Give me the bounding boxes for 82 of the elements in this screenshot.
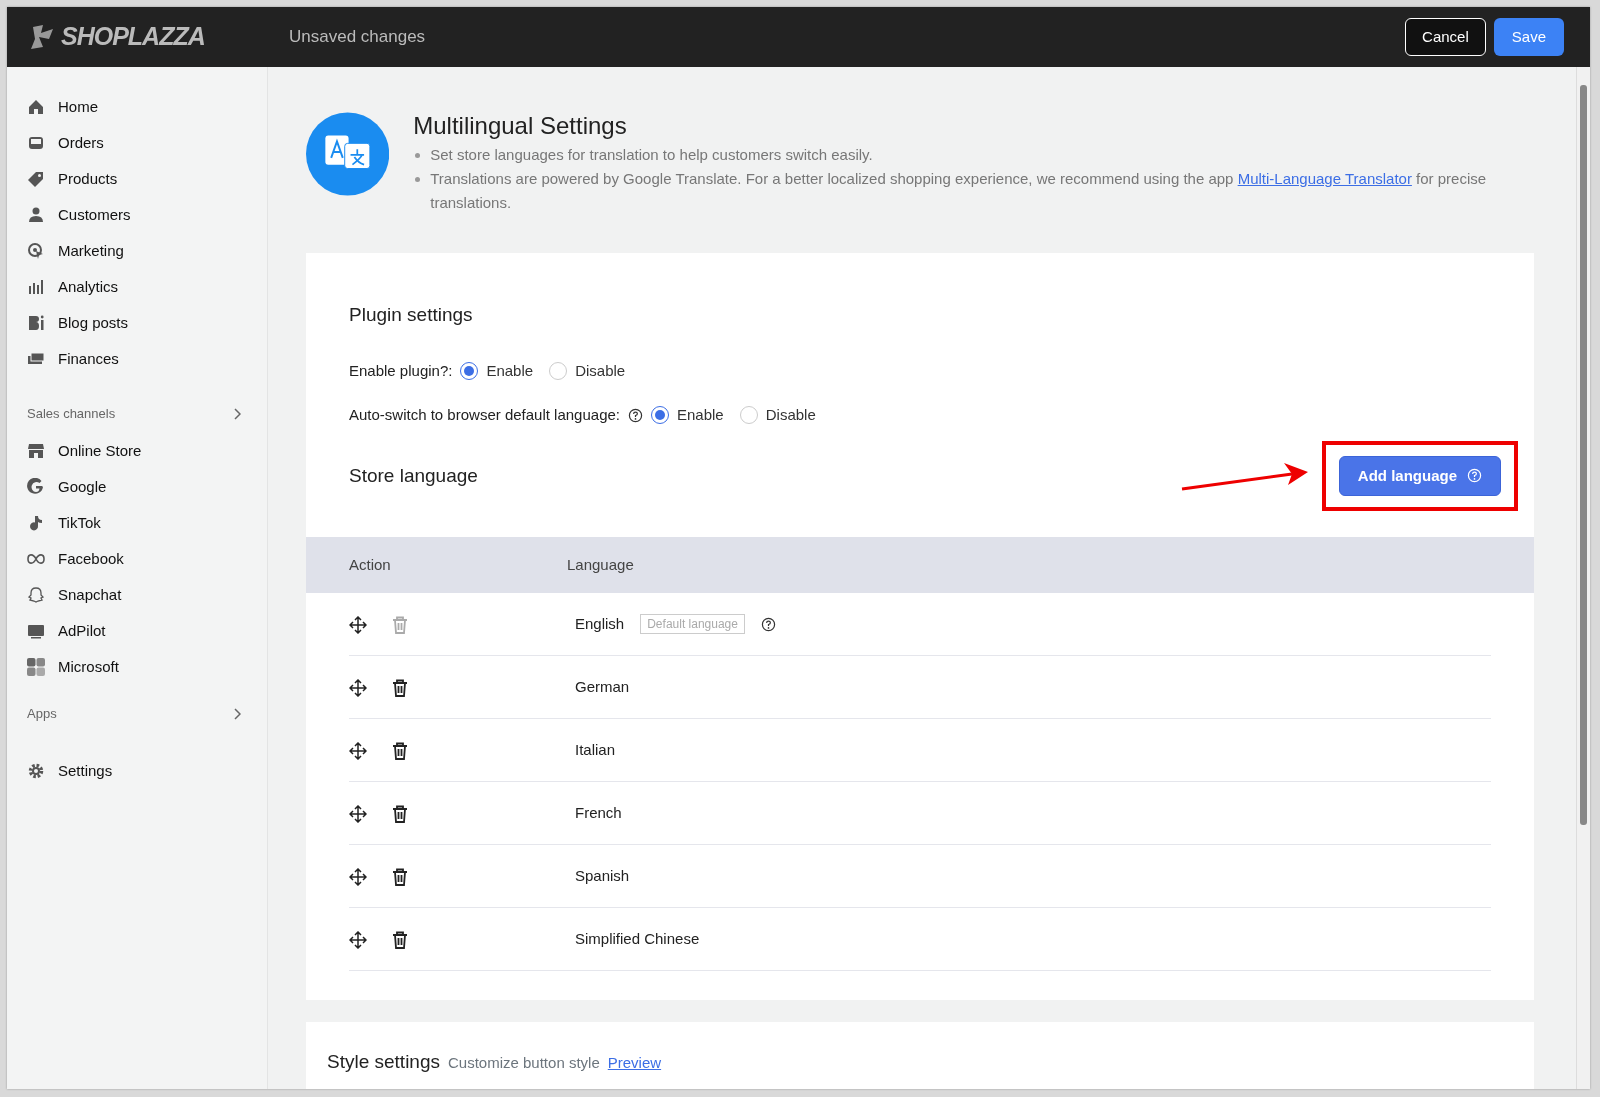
section-title: Style settings <box>327 1050 440 1074</box>
sidebar-item[interactable]: Home <box>27 89 267 125</box>
sidebar-item[interactable]: Microsoft <box>27 649 267 685</box>
move-icon <box>349 615 367 634</box>
radio-option[interactable]: Disable <box>549 359 626 382</box>
blog-icon <box>27 314 45 332</box>
sidebar-item[interactable]: Snapchat <box>27 577 267 613</box>
page-title: Multilingual Settings <box>413 111 628 141</box>
storefront-icon <box>27 442 45 460</box>
table-cell-text: Italian <box>575 739 616 760</box>
trash-icon[interactable] <box>392 867 408 886</box>
radio-option[interactable]: Enable <box>460 359 534 382</box>
trash-icon[interactable] <box>392 930 408 949</box>
chevron-right-icon <box>233 408 241 420</box>
bullet-dot <box>415 153 421 158</box>
field-label: Enable plugin?: <box>349 360 453 381</box>
trash-icon[interactable] <box>392 804 408 823</box>
trash-icon[interactable] <box>392 678 408 697</box>
field-label: Auto-switch to browser default language: <box>349 405 620 425</box>
trash-icon[interactable] <box>392 741 408 760</box>
sidebar-item[interactable]: Analytics <box>27 269 267 305</box>
translate-icon <box>306 111 390 197</box>
section-title: Plugin settings <box>349 303 474 327</box>
section-heading: Sales channels <box>27 405 116 424</box>
sidebar-item[interactable]: Online Store <box>27 433 267 469</box>
ghost-icon <box>27 586 45 604</box>
sidebar-item[interactable]: TikTok <box>27 505 267 541</box>
sidebar-item[interactable]: Facebook <box>27 541 267 577</box>
cancel-button[interactable]: Cancel <box>1405 17 1486 57</box>
table-cell-text: Simplified Chinese <box>575 928 700 949</box>
sidebar-item[interactable]: Settings <box>27 753 267 789</box>
table-cell-text: German <box>575 676 630 697</box>
sidebar-item[interactable]: Orders <box>27 125 267 161</box>
chevron-right-icon <box>233 708 241 720</box>
save-button[interactable]: Save <box>1493 17 1564 57</box>
sidebar-item[interactable]: Marketing <box>27 233 267 269</box>
move-icon <box>349 741 367 760</box>
help-icon <box>1467 468 1482 484</box>
settings-icon <box>27 762 45 780</box>
logo-text: SHOPLAZZA <box>61 21 205 53</box>
radio-option[interactable]: Enable <box>651 404 724 427</box>
help-icon <box>760 616 776 632</box>
move-icon <box>349 804 367 823</box>
person-icon <box>27 206 45 224</box>
description-text: Set store languages for translation to help customers switch easily. <box>430 145 873 165</box>
radio-option[interactable]: Disable <box>739 404 816 427</box>
music-note-icon <box>27 514 45 532</box>
google-icon <box>27 478 45 496</box>
arrow-annotation-icon <box>1179 460 1310 491</box>
column-header: Language <box>567 554 634 575</box>
status-text: Unsaved changes <box>289 26 426 49</box>
table-cell-text: Spanish <box>575 865 630 886</box>
app-link[interactable]: Multi-Language Translator <box>1237 170 1412 187</box>
preview-link[interactable]: Preview <box>607 1052 662 1075</box>
column-header: Action <box>349 554 392 575</box>
ad-screen-icon <box>27 622 45 640</box>
target-icon <box>27 242 45 260</box>
move-icon <box>349 678 367 697</box>
move-icon <box>349 930 367 949</box>
bullet-dot <box>415 177 421 182</box>
add-language-button[interactable]: Add language <box>1338 455 1501 496</box>
move-icon <box>349 867 367 886</box>
section-title: Store language <box>349 463 478 488</box>
bar-chart-icon <box>27 278 45 296</box>
grid-icon <box>27 658 45 676</box>
sidebar-item[interactable]: Finances <box>27 341 267 377</box>
inbox-icon <box>27 134 45 152</box>
default-language-tag: Default language <box>640 614 745 634</box>
sidebar-item[interactable]: Products <box>27 161 267 197</box>
description-text: Translations are powered by Google Translate. For a better localized shopping experience, we recommend using the app Multi-Language Translator for precise translations. <box>430 169 1488 213</box>
logo-icon <box>29 23 55 51</box>
subtitle-text: Customize button style <box>448 1053 600 1073</box>
tag-icon <box>27 170 45 188</box>
table-cell-text: French <box>575 802 622 823</box>
sidebar-item[interactable]: Customers <box>27 197 267 233</box>
sidebar-item[interactable]: Google <box>27 469 267 505</box>
house-icon <box>27 98 45 116</box>
section-heading: Apps <box>27 705 57 724</box>
scrollbar[interactable] <box>1576 67 1590 1089</box>
sidebar-item[interactable]: AdPilot <box>27 613 267 649</box>
table-cell-text: English <box>575 613 625 634</box>
sidebar-item[interactable]: Blog posts <box>27 305 267 341</box>
